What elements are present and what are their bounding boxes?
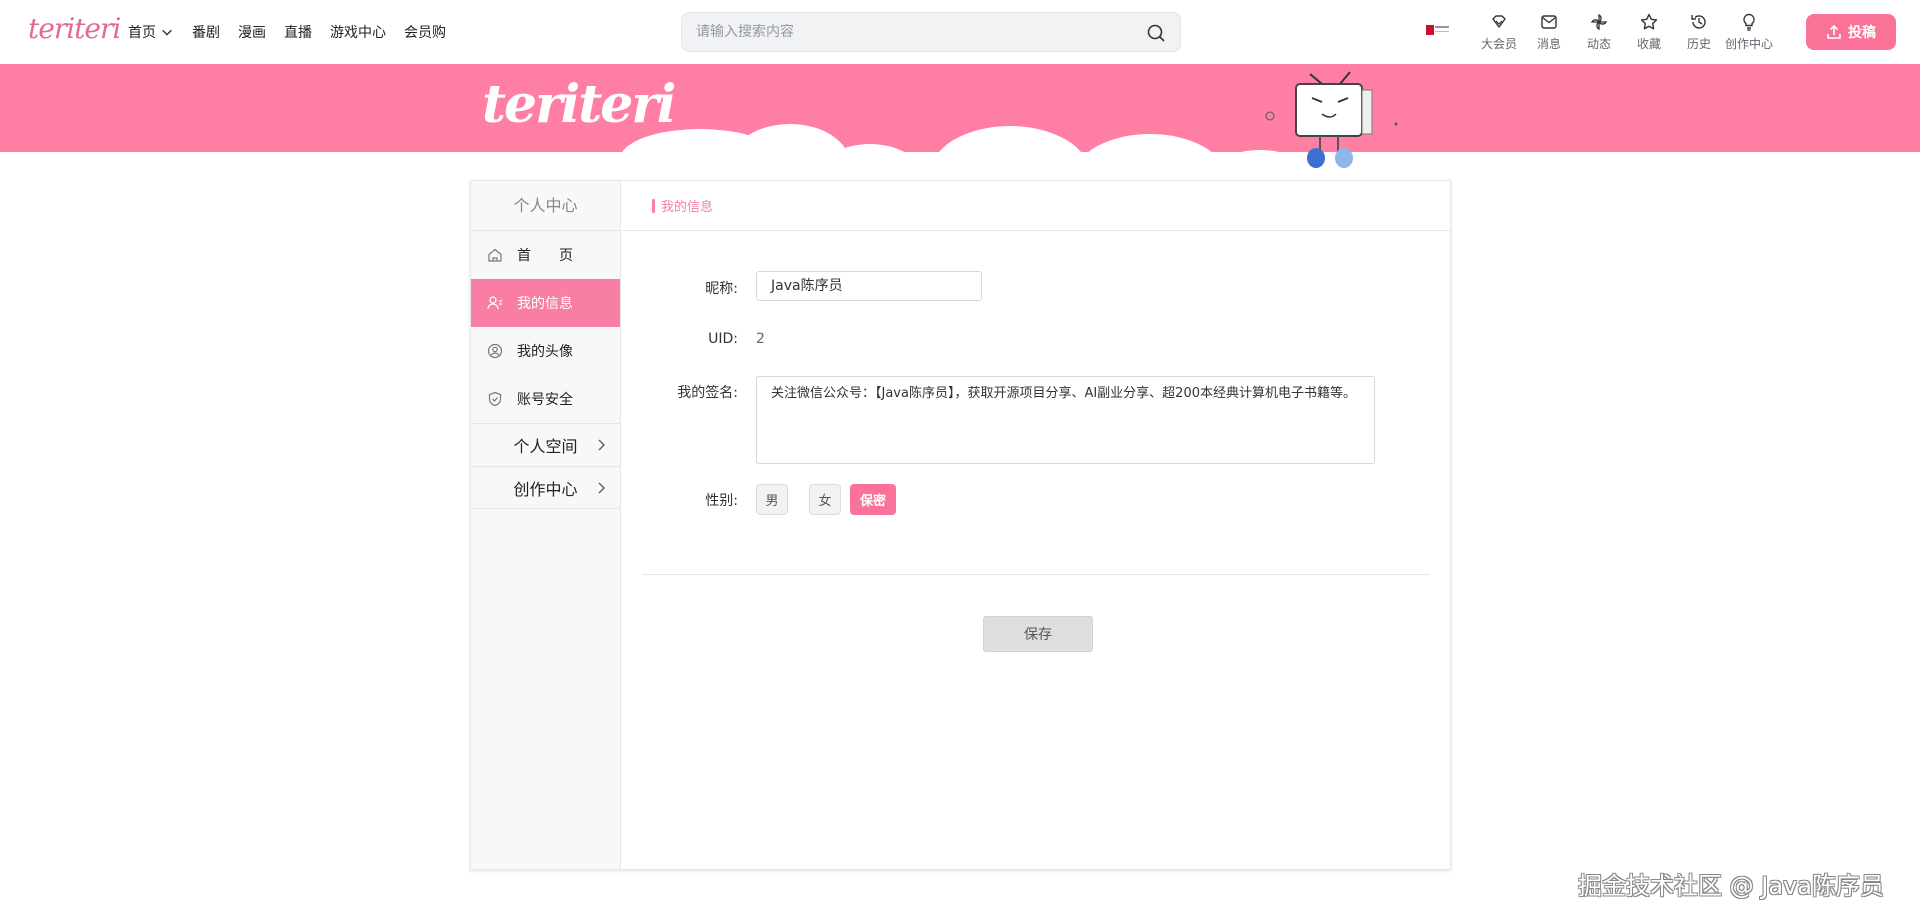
avatar-image: [1426, 25, 1434, 35]
bulb-icon: [1743, 13, 1755, 31]
nav-item-label: 游戏中心: [330, 25, 386, 41]
save-button[interactable]: 保存: [983, 616, 1093, 652]
header-icon-label: 动态: [1586, 37, 1611, 51]
nav-item-label: 漫画: [238, 25, 266, 41]
header-messages[interactable]: 消息: [1524, 12, 1574, 52]
upload-button-label: 投稿: [1848, 25, 1876, 41]
section-title: 我的信息: [661, 200, 714, 215]
search-input[interactable]: [696, 13, 1136, 51]
nav-item-label: 首页: [128, 25, 156, 41]
sidebar-group-label: 个人空间: [513, 437, 578, 456]
header-icon-label: 创作中心: [1724, 37, 1773, 51]
sidebar: 个人中心 首 页 我的信息 我的头像 账号安全 个人空间 创作中心: [471, 181, 621, 869]
header-icon-label: 收藏: [1636, 37, 1661, 51]
top-navbar: teriteri 首页 番剧 漫画 直播 游戏中心 会员购 大会员 消息 动态: [0, 0, 1920, 64]
header-vip[interactable]: 大会员: [1474, 12, 1524, 52]
nav-item-anime[interactable]: 番剧: [192, 22, 220, 42]
banner-clouds: [620, 124, 1413, 174]
nav-item-live[interactable]: 直播: [284, 22, 312, 42]
nav-item-game-center[interactable]: 游戏中心: [330, 22, 386, 42]
watermark: 掘金技术社区 @ Java陈序员: [1578, 872, 1884, 900]
header-favorites[interactable]: 收藏: [1624, 12, 1674, 52]
banner-logo: teriteri: [482, 74, 677, 135]
search-bar: [681, 12, 1181, 52]
sidebar-item-label: 首 页: [517, 248, 573, 264]
nav-item-home[interactable]: 首页: [128, 22, 174, 42]
sidebar-group-label: 创作中心: [513, 479, 578, 499]
nav-item-label: 番剧: [192, 25, 220, 41]
sidebar-item-my-avatar[interactable]: 我的头像: [471, 327, 620, 375]
section-accent-bar: [652, 198, 655, 213]
avatar-text-decoration: [1435, 26, 1449, 32]
header-dynamics[interactable]: 动态: [1574, 12, 1624, 52]
diamond-icon: [1492, 15, 1506, 28]
sidebar-item-security[interactable]: 账号安全: [471, 375, 620, 423]
section-header: 我的信息: [622, 181, 1450, 231]
sidebar-item-my-info[interactable]: 我的信息: [471, 279, 620, 327]
shield-icon: [488, 391, 502, 407]
gender-option-male[interactable]: 男: [756, 484, 788, 515]
header-icon-label: 大会员: [1480, 37, 1517, 51]
profile-panel: 个人中心 首 页 我的信息 我的头像 账号安全 个人空间 创作中心 我的信息 昵…: [470, 180, 1451, 870]
nickname-input[interactable]: Java陈序员: [756, 271, 982, 301]
main-nav: 首页 番剧 漫画 直播 游戏中心 会员购: [128, 0, 446, 64]
chevron-down-icon: [162, 29, 172, 36]
upload-icon: [1827, 24, 1841, 39]
nav-item-shop[interactable]: 会员购: [404, 22, 446, 42]
sidebar-title: 个人中心: [471, 181, 620, 231]
chevron-right-icon: [598, 482, 605, 494]
nav-item-label: 直播: [284, 25, 312, 41]
site-logo[interactable]: teriteri: [28, 12, 121, 45]
page-banner: teriteri: [0, 64, 1920, 174]
form-divider: [642, 574, 1430, 575]
star-icon: [1640, 13, 1658, 30]
sidebar-group-personal-space[interactable]: 个人空间: [471, 423, 620, 466]
gender-label: 性别:: [705, 493, 738, 509]
signature-label: 我的签名:: [677, 385, 738, 401]
chevron-right-icon: [598, 439, 605, 451]
header-icon-label: 消息: [1536, 37, 1561, 51]
search-icon[interactable]: [1146, 23, 1166, 43]
pinwheel-icon: [1590, 13, 1608, 31]
gender-option-secret[interactable]: 保密: [850, 484, 896, 515]
avatar-icon: [487, 343, 503, 359]
nickname-label: 昵称:: [705, 281, 738, 297]
sidebar-item-label: 我的信息: [517, 296, 573, 312]
upload-button[interactable]: 投稿: [1806, 14, 1896, 50]
history-icon: [1691, 15, 1706, 29]
mascot-tv-icon: [1265, 71, 1398, 168]
sidebar-group-creator-center[interactable]: 创作中心: [471, 466, 620, 509]
sidebar-item-label: 我的头像: [517, 344, 573, 360]
uid-value: 2: [756, 331, 765, 347]
nav-item-comic[interactable]: 漫画: [238, 22, 266, 42]
user-avatar[interactable]: [1424, 24, 1452, 36]
mail-icon: [1541, 15, 1557, 29]
uid-label: UID:: [708, 331, 738, 347]
nav-item-label: 会员购: [404, 25, 446, 41]
sidebar-item-home[interactable]: 首 页: [471, 231, 620, 279]
home-icon: [488, 248, 502, 262]
signature-textarea[interactable]: 关注微信公众号：【Java陈序员】，获取开源项目分享、AI副业分享、超200本经…: [756, 376, 1375, 464]
header-creator-center[interactable]: 创作中心: [1724, 12, 1774, 52]
user-info-icon: [487, 296, 502, 310]
header-icon-label: 历史: [1686, 37, 1711, 51]
gender-option-female[interactable]: 女: [809, 484, 841, 515]
header-right-icons: 大会员 消息 动态 收藏 历史 创作中心: [1474, 12, 1774, 52]
my-info-content: 我的信息 昵称: Java陈序员 UID: 2 我的签名: 关注微信公众号：【J…: [622, 181, 1450, 869]
sidebar-item-label: 账号安全: [517, 392, 573, 408]
header-history[interactable]: 历史: [1674, 12, 1724, 52]
